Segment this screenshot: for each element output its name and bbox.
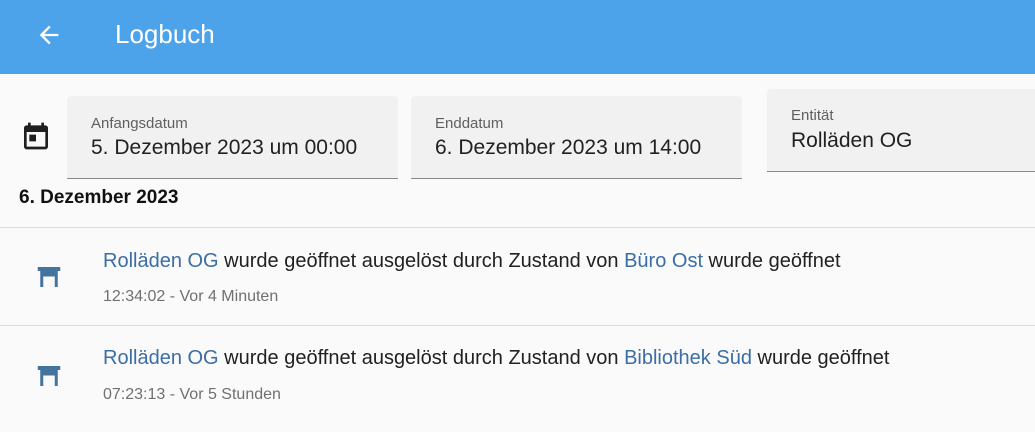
arrow-left-icon: [39, 25, 59, 45]
log-entry-time: 12:34:02 - Vor 4 Minuten: [103, 288, 279, 305]
entity-label: Entität: [791, 107, 834, 124]
calendar-icon[interactable]: [20, 120, 52, 152]
start-date-value: 5. Dezember 2023 um 00:00: [91, 136, 358, 159]
log-entry-time: 07:23:13 - Vor 5 Stunden: [103, 386, 281, 403]
end-date-label: Enddatum: [435, 115, 504, 132]
page-title: Logbuch: [115, 19, 215, 49]
start-date-field[interactable]: Anfangsdatum 5. Dezember 2023 um 00:00: [67, 96, 398, 179]
log-entry-message: Rolläden OG wurde geöffnet ausgelöst dur…: [103, 250, 841, 273]
app-header: Logbuch: [0, 0, 1035, 74]
log-entry: Rolläden OG wurde geöffnet ausgelöst dur…: [0, 326, 1035, 424]
end-date-field[interactable]: Enddatum 6. Dezember 2023 um 14:00: [411, 96, 742, 179]
trigger-link[interactable]: Büro Ost: [624, 250, 703, 272]
end-date-value: 6. Dezember 2023 um 14:00: [435, 136, 702, 159]
entity-link[interactable]: Rolläden OG: [103, 347, 219, 369]
log-entry-message: Rolläden OG wurde geöffnet ausgelöst dur…: [103, 347, 889, 370]
entity-value: Rolläden OG: [791, 129, 913, 152]
entity-link[interactable]: Rolläden OG: [103, 250, 219, 272]
start-date-label: Anfangsdatum: [91, 115, 188, 132]
log-entry-text-end: wurde geöffnet: [703, 250, 841, 272]
log-entry: Rolläden OG wurde geöffnet ausgelöst dur…: [0, 228, 1035, 326]
log-entry-text-end: wurde geöffnet: [751, 347, 890, 369]
trigger-link[interactable]: Bibliothek Süd: [624, 347, 752, 369]
log-entry-text: wurde geöffnet ausgelöst durch Zustand v…: [218, 347, 625, 369]
day-heading: 6. Dezember 2023: [19, 187, 179, 208]
entity-field[interactable]: Entität Rolläden OG: [767, 89, 1035, 172]
window-shutter-icon: [37, 267, 61, 287]
back-button[interactable]: [28, 14, 70, 56]
window-shutter-icon: [37, 366, 61, 386]
log-entry-text: wurde geöffnet ausgelöst durch Zustand v…: [218, 250, 625, 272]
